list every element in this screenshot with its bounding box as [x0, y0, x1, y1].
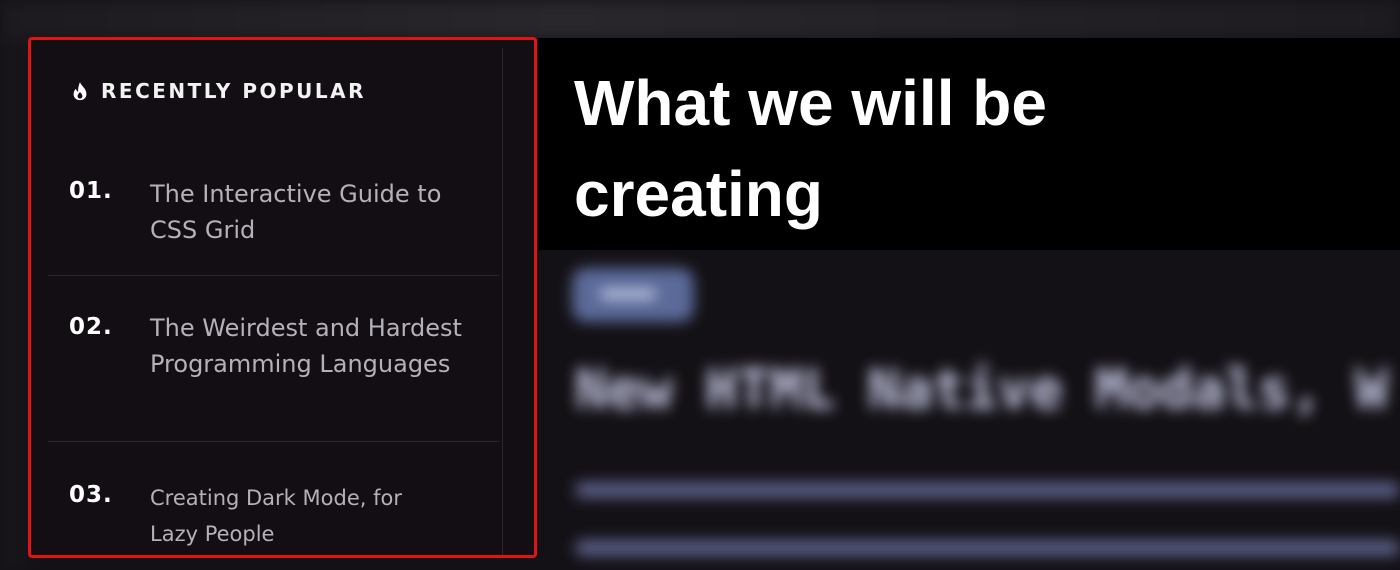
article-link-dark-mode[interactable]: Creating Dark Mode, for Lazy People — [150, 480, 450, 552]
background-header-strip — [0, 0, 1400, 40]
item-number: 02. — [69, 314, 113, 340]
title-banner: What we will be creating — [538, 38, 1400, 250]
background-article-heading: New HTML Native Modals, W — [575, 358, 1388, 421]
flame-icon — [73, 82, 87, 101]
background-left-column — [0, 40, 30, 570]
background-tag-label — [600, 290, 656, 298]
article-link-weirdest-languages[interactable]: The Weirdest and Hardest Programming Lan… — [150, 310, 465, 382]
popular-item-2[interactable]: 02. The Weirdest and Hardest Programming… — [48, 276, 499, 442]
panel-heading: RECENTLY POPULAR — [101, 79, 367, 103]
item-number: 01. — [69, 178, 113, 204]
popular-item-3[interactable]: 03. Creating Dark Mode, for Lazy People — [48, 442, 499, 555]
background-text-line — [575, 540, 1400, 556]
recently-popular-panel: RECENTLY POPULAR 01. The Interactive Gui… — [28, 37, 537, 558]
background-text-line — [575, 482, 1400, 498]
article-link-css-grid[interactable]: The Interactive Guide to CSS Grid — [150, 176, 465, 248]
item-number: 03. — [69, 482, 113, 508]
page-title: What we will be creating — [574, 67, 1047, 230]
popular-item-1[interactable]: 01. The Interactive Guide to CSS Grid — [48, 144, 499, 276]
panel-header: RECENTLY POPULAR — [69, 78, 366, 104]
panel-divider — [502, 48, 503, 555]
popular-list: 01. The Interactive Guide to CSS Grid 02… — [48, 144, 499, 555]
